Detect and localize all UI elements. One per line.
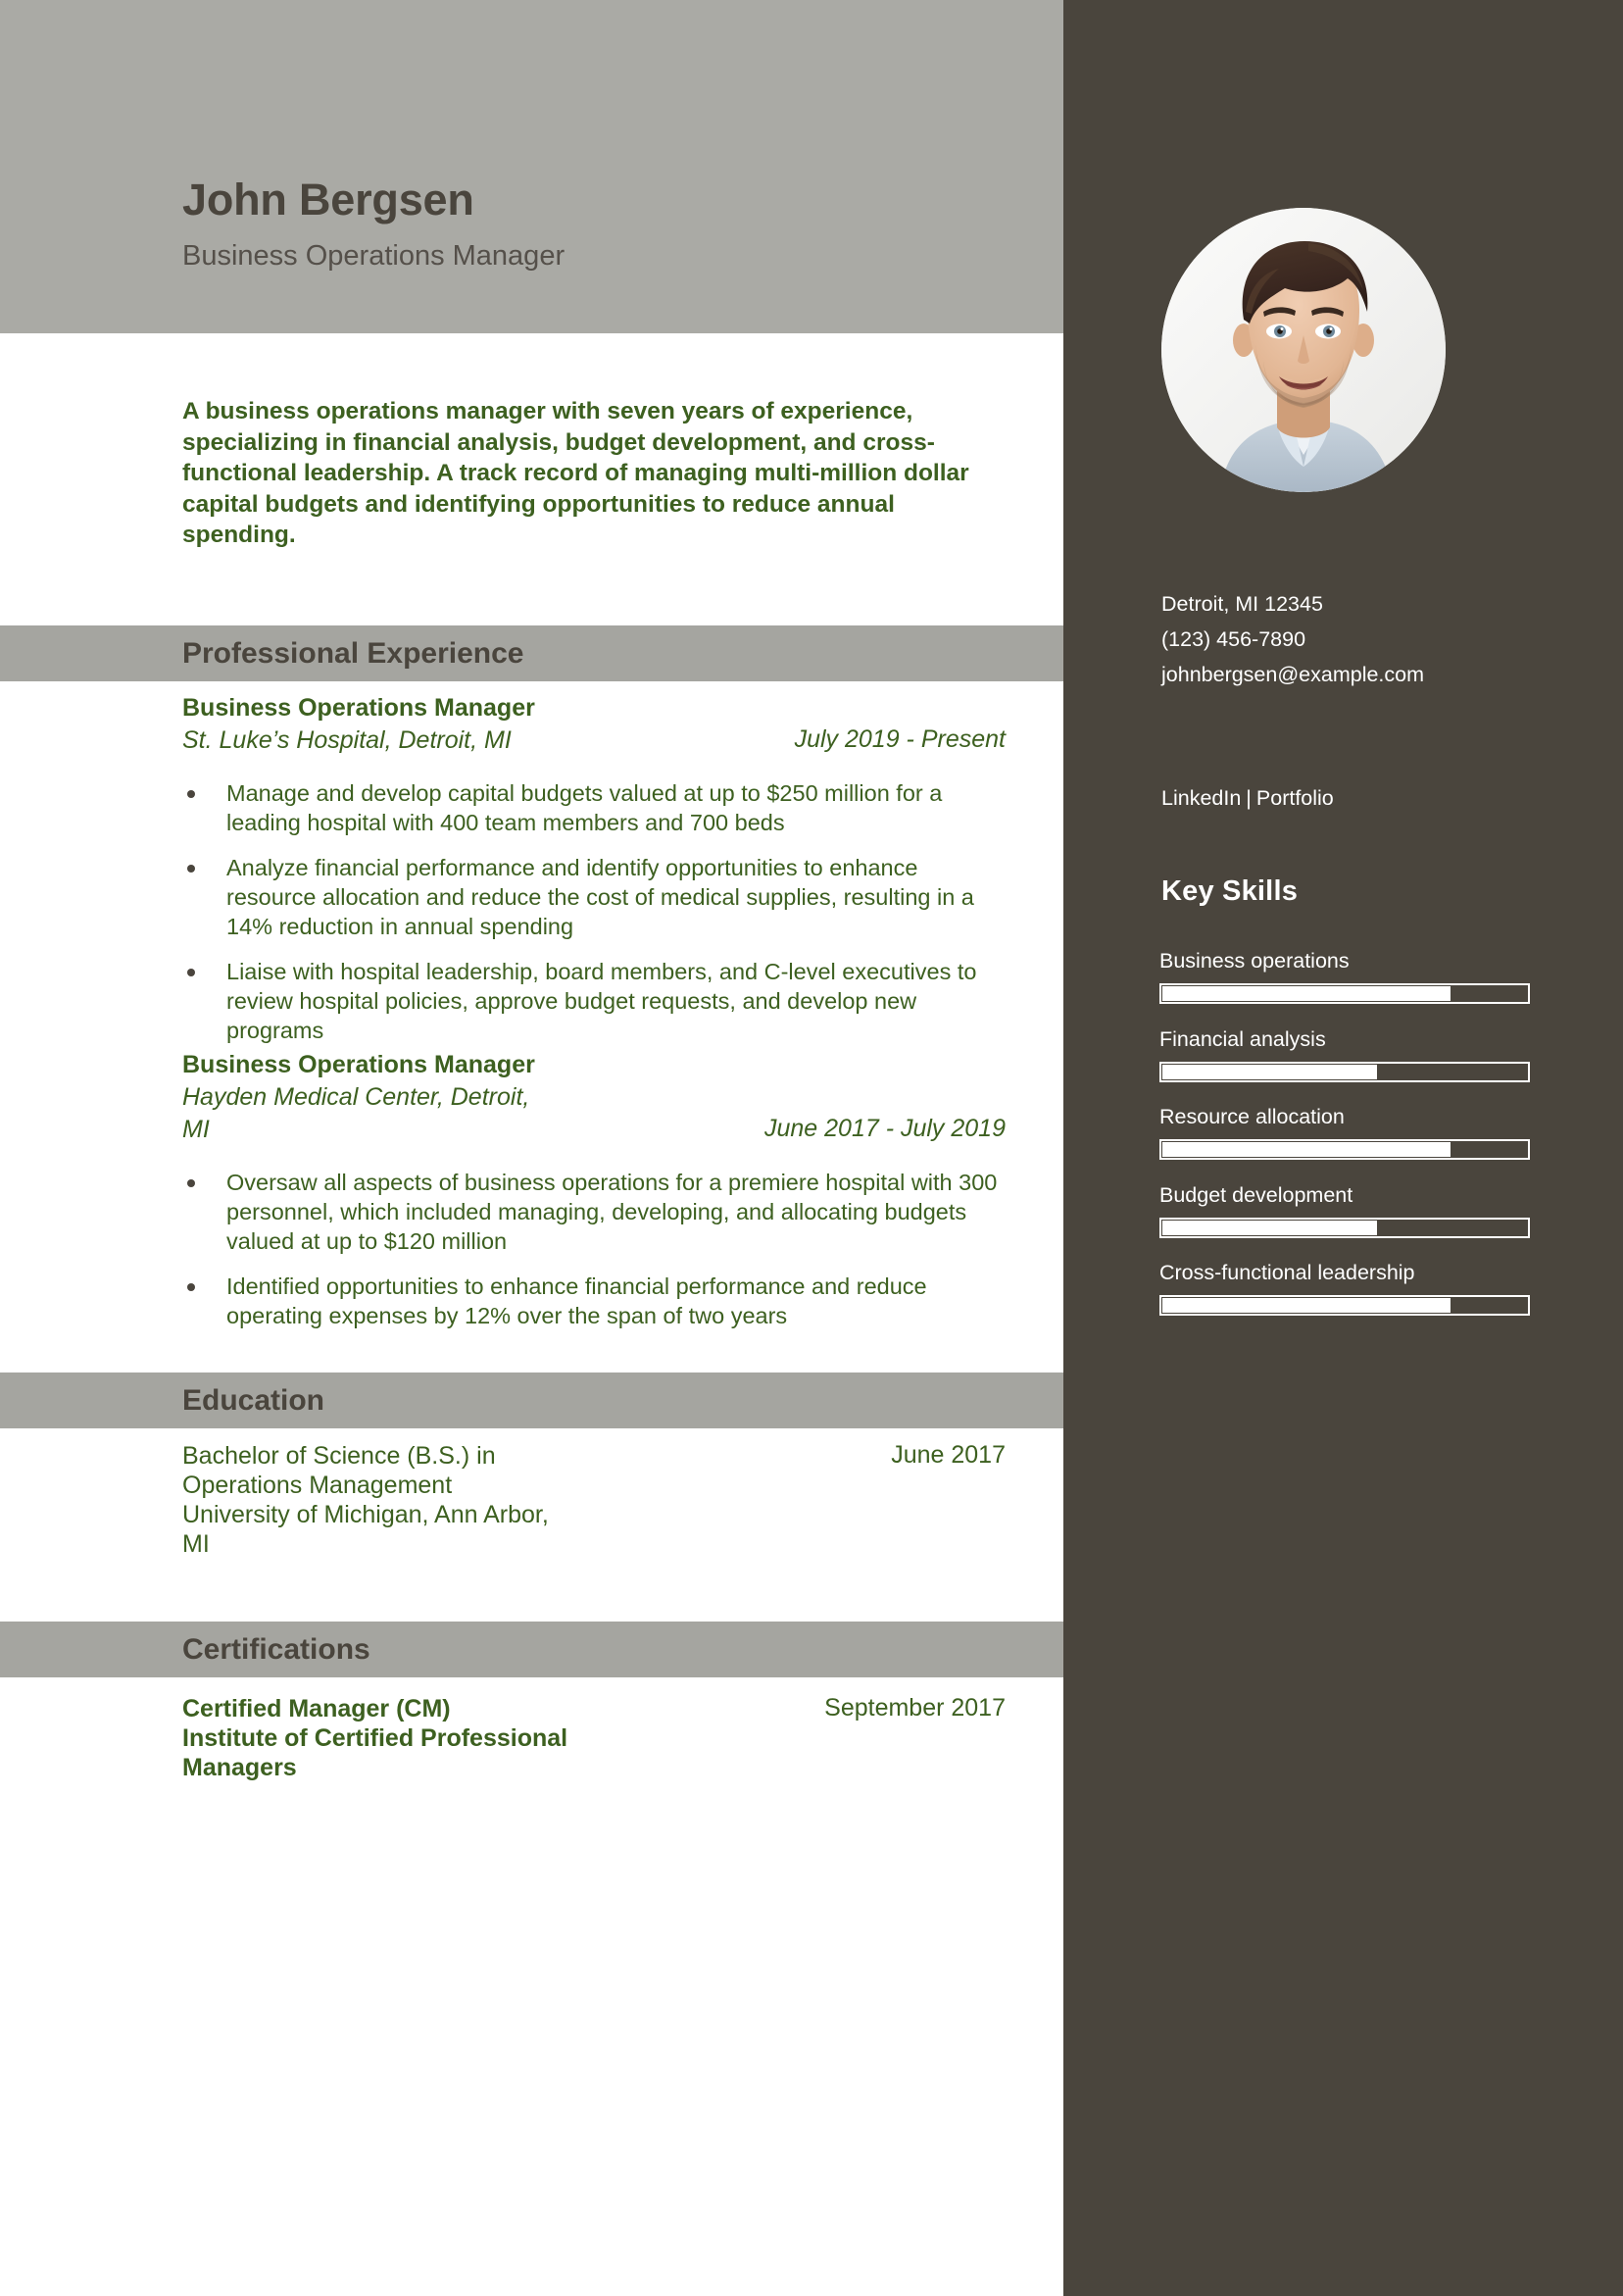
key-skills-heading: Key Skills: [1161, 875, 1299, 907]
skill-label: Budget development: [1159, 1182, 1353, 1207]
section-title: Certifications: [182, 1633, 370, 1666]
section-header-certifications: Certifications: [0, 1622, 1063, 1677]
page-title: John Bergsen: [182, 175, 474, 225]
linkedin-link[interactable]: LinkedIn: [1161, 786, 1241, 810]
section-header-education: Education: [0, 1373, 1063, 1428]
job-bullet-list: Oversaw all aspects of business operatio…: [182, 1168, 1006, 1330]
education-date: June 2017: [891, 1441, 1006, 1469]
education-school-line1: University of Michigan, Ann Arbor,: [182, 1501, 549, 1528]
skill-level-fill: [1162, 1142, 1451, 1157]
experience-entry-1: Business Operations Manager St. Luke’s H…: [182, 692, 1006, 1061]
job-dates: July 2019 - Present: [794, 725, 1006, 753]
skill-level-bar: [1159, 1061, 1530, 1082]
skill-level-fill: [1162, 1064, 1378, 1079]
professional-summary: A business operations manager with seven…: [182, 398, 969, 548]
skill-label: Business operations: [1159, 949, 1350, 973]
job-organization: Hayden Medical Center, Detroit,: [182, 1083, 530, 1111]
certification-issuer-line1: Institute of Certified Professional: [182, 1724, 568, 1752]
contact-email[interactable]: johnbergsen@example.com: [1161, 657, 1573, 692]
skill-item: Resource allocation: [1159, 1102, 1530, 1160]
section-header-experience: Professional Experience: [0, 625, 1063, 681]
sidebar: Detroit, MI 12345 (123) 456-7890 johnber…: [1063, 0, 1623, 2296]
skill-item: Business operations: [1159, 946, 1530, 1004]
header-job-title: Business Operations Manager: [182, 240, 566, 272]
skill-label: Cross-functional leadership: [1159, 1261, 1415, 1284]
education-degree-line2: Operations Management: [182, 1472, 453, 1499]
experience-entry-2: Business Operations Manager Hayden Medic…: [182, 1049, 1006, 1346]
job-role: Business Operations Manager: [182, 694, 535, 722]
portfolio-link[interactable]: Portfolio: [1256, 786, 1334, 810]
link-separator: |: [1246, 786, 1252, 810]
skill-level-bar: [1159, 1139, 1530, 1160]
skill-level-bar: [1159, 1295, 1530, 1316]
certification-issuer-line2: Managers: [182, 1754, 297, 1781]
profile-photo: [1161, 208, 1446, 492]
avatar: [1161, 208, 1446, 492]
contact-location: Detroit, MI 12345: [1161, 592, 1323, 616]
education-school-line2: MI: [182, 1530, 210, 1558]
list-item: Manage and develop capital budgets value…: [182, 778, 1006, 837]
job-bullet-list: Manage and develop capital budgets value…: [182, 778, 1006, 1045]
certification-entry: Certified Manager (CM) Institute of Cert…: [182, 1694, 1006, 1782]
skill-label: Financial analysis: [1159, 1026, 1326, 1051]
list-item: Liaise with hospital leadership, board m…: [182, 957, 1006, 1045]
certification-date: September 2017: [824, 1694, 1006, 1722]
skill-label: Resource allocation: [1159, 1105, 1345, 1128]
list-item: Oversaw all aspects of business operatio…: [182, 1168, 1006, 1256]
contact-phone[interactable]: (123) 456-7890: [1161, 622, 1573, 657]
skill-item: Financial analysis: [1159, 1024, 1530, 1082]
skill-level-fill: [1162, 1298, 1451, 1313]
list-item: Identified opportunities to enhance fina…: [182, 1272, 1006, 1330]
key-skills-list: Business operations Financial analysis R…: [1159, 946, 1530, 1336]
header-band: [0, 0, 1063, 333]
section-title: Professional Experience: [182, 637, 524, 670]
job-dates: June 2017 - July 2019: [763, 1115, 1006, 1142]
contact-info: Detroit, MI 12345 (123) 456-7890 johnber…: [1161, 586, 1573, 692]
skill-level-bar: [1159, 983, 1530, 1004]
profile-links: LinkedIn | Portfolio: [1161, 781, 1334, 815]
list-item: Analyze financial performance and identi…: [182, 853, 1006, 941]
skill-item: Cross-functional leadership: [1159, 1258, 1530, 1316]
section-title: Education: [182, 1384, 325, 1417]
skill-level-fill: [1162, 986, 1451, 1001]
resume-page: Detroit, MI 12345 (123) 456-7890 johnber…: [0, 0, 1623, 2296]
skill-level-bar: [1159, 1217, 1530, 1238]
job-role: Business Operations Manager: [182, 1051, 535, 1078]
education-entry: Bachelor of Science (B.S.) in Operations…: [182, 1441, 1006, 1559]
skill-level-fill: [1162, 1220, 1378, 1235]
skill-item: Budget development: [1159, 1180, 1530, 1238]
